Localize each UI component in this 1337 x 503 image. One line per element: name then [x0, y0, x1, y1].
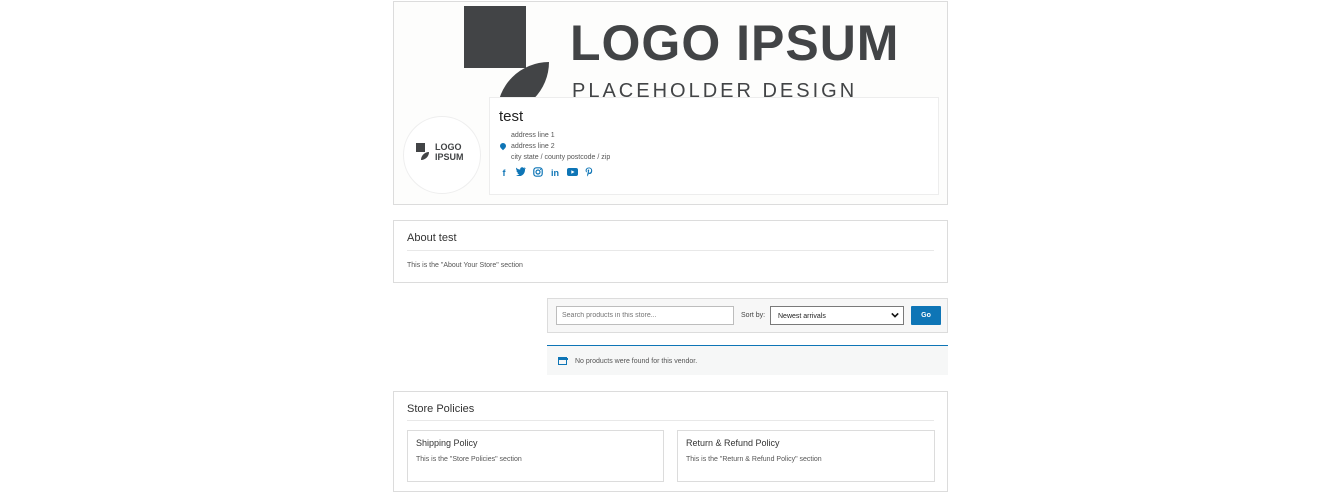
about-title: About test — [407, 232, 457, 244]
address-line-2: address line 2 — [511, 143, 555, 150]
policies-title: Store Policies — [407, 403, 475, 415]
notice-text: No products were found for this vendor. — [575, 358, 698, 365]
avatar-logo-square — [416, 143, 425, 152]
banner-logo-square — [464, 6, 526, 68]
linkedin-icon[interactable]: in — [549, 167, 561, 179]
policy-title: Shipping Policy — [416, 438, 478, 448]
policies-divider — [407, 420, 934, 421]
instagram-icon[interactable] — [532, 167, 544, 179]
avatar-logo-text: LOGO IPSUM — [435, 142, 464, 162]
banner-logo-text: LOGO IPSUM — [570, 15, 900, 71]
policy-title: Return & Refund Policy — [686, 438, 780, 448]
store-header-card: LOGO IPSUM PLACEHOLDER DESIGN test addre… — [393, 1, 948, 205]
about-card: About test This is the "About Your Store… — [393, 220, 948, 283]
about-divider — [407, 250, 934, 251]
store-info-box — [489, 97, 939, 195]
pinterest-icon[interactable] — [583, 167, 595, 179]
address-line-3: city state / county postcode / zip — [511, 154, 611, 161]
go-button[interactable]: Go — [911, 306, 941, 325]
policy-body: This is the "Return & Refund Policy" sec… — [686, 456, 822, 463]
avatar-logo-text-2: IPSUM — [435, 152, 464, 162]
avatar-logo-text-1: LOGO — [435, 142, 462, 152]
about-body: This is the "About Your Store" section — [407, 262, 523, 269]
store-policies-card: Store Policies Shipping Policy This is t… — [393, 391, 948, 492]
sort-select[interactable]: Newest arrivals — [770, 306, 904, 325]
sort-selected-value: Newest arrivals — [778, 313, 826, 320]
twitter-icon[interactable] — [515, 167, 527, 179]
product-search-bar: Sort by: Newest arrivals Go — [547, 298, 948, 333]
youtube-icon[interactable] — [566, 167, 578, 179]
facebook-icon[interactable]: f — [498, 167, 510, 179]
chevron-down-icon — [891, 312, 899, 318]
policy-item-return-refund: Return & Refund Policy This is the "Retu… — [677, 430, 935, 482]
policy-body: This is the "Store Policies" section — [416, 456, 522, 463]
search-input[interactable] — [556, 306, 734, 325]
address-line-1: address line 1 — [511, 132, 555, 139]
calendar-icon — [558, 357, 568, 365]
no-products-notice: No products were found for this vendor. — [547, 345, 948, 375]
sort-by-label: Sort by: — [741, 312, 766, 319]
store-name: test — [499, 108, 524, 125]
policy-item-shipping: Shipping Policy This is the "Store Polic… — [407, 430, 664, 482]
